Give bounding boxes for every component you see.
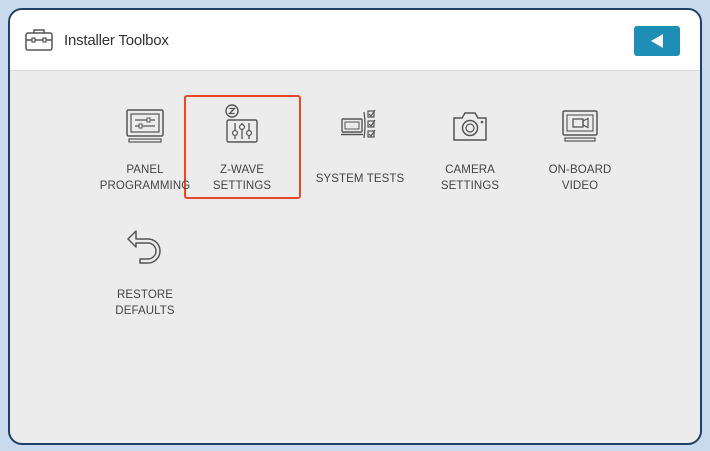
toolbox-icon (25, 29, 53, 51)
item-label-line2: PROGRAMMING (99, 180, 191, 192)
system-tests-checklist-icon (341, 109, 376, 139)
item-label-line2: VIDEO (561, 180, 599, 192)
panel-programming-icon (126, 109, 164, 143)
page-title: Installer Toolbox (64, 32, 169, 49)
z-wave-settings-button[interactable]: Z-WAVE SETTINGS (187, 102, 297, 192)
restore-defaults-button[interactable]: RESTORE DEFAULTS (90, 222, 200, 322)
camera-icon (453, 112, 487, 141)
on-board-video-button[interactable]: ON-BOARD VIDEO (525, 102, 635, 192)
item-label-line1: ON-BOARD (548, 164, 612, 176)
z-wave-sliders-icon (225, 104, 258, 143)
item-label-line1: RESTORE (116, 289, 174, 301)
item-label-line1: PANEL (126, 164, 164, 176)
header-bar: Installer Toolbox (10, 10, 700, 71)
camera-settings-button[interactable]: CAMERA SETTINGS (415, 102, 525, 192)
app-window: Installer Toolbox PANEL PROGRAMMING Z-WA… (8, 8, 702, 445)
panel-programming-button[interactable]: PANEL PROGRAMMING (90, 102, 200, 192)
back-button[interactable] (634, 26, 680, 56)
item-label-line2: SETTINGS (440, 180, 500, 192)
item-label-line2: DEFAULTS (115, 305, 175, 317)
video-camera-icon (562, 110, 598, 142)
system-tests-button[interactable]: SYSTEM TESTS (305, 102, 415, 192)
undo-arrow-icon (127, 230, 161, 264)
back-arrow-icon (651, 34, 663, 48)
item-label-line1: CAMERA (445, 164, 495, 176)
item-label-line1: Z-WAVE (219, 164, 265, 176)
item-label-line2: SETTINGS (212, 180, 272, 192)
item-label-line1: SYSTEM TESTS (315, 173, 405, 185)
